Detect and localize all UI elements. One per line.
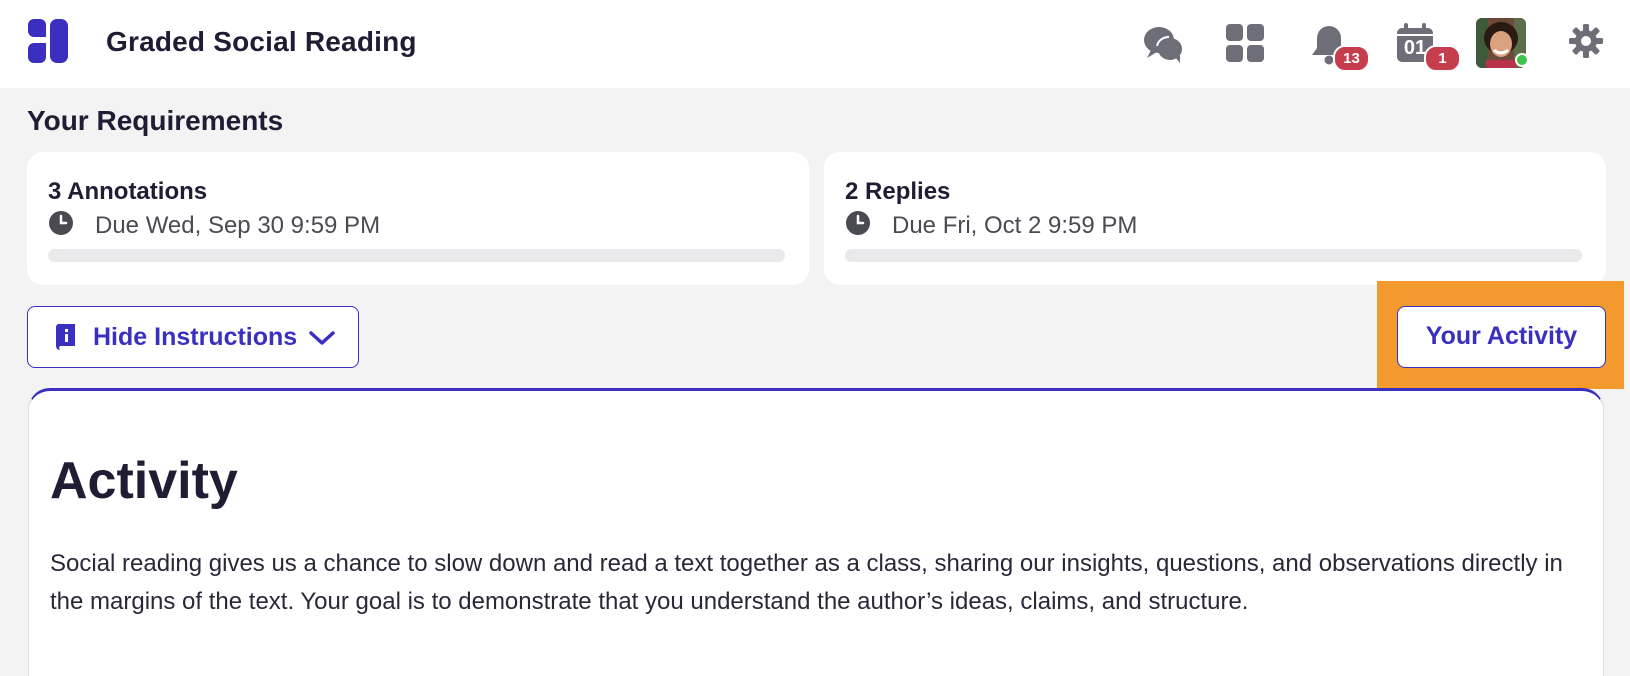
calendar-badge: 1 — [1424, 45, 1461, 72]
requirement-progress-bar — [48, 249, 785, 262]
your-activity-button[interactable]: Your Activity — [1397, 306, 1606, 368]
requirement-progress-bar — [845, 249, 1582, 262]
notification-badge: 13 — [1333, 45, 1370, 72]
clock-icon — [846, 211, 870, 235]
gear-icon[interactable] — [1568, 23, 1604, 59]
chat-bubbles-icon[interactable] — [1143, 24, 1183, 64]
requirement-due-date: Due Wed, Sep 30 9:59 PM — [95, 212, 381, 239]
online-status-dot — [1515, 53, 1529, 67]
requirement-card-replies: 2 Replies Due Fri, Oct 2 9:59 PM — [824, 152, 1606, 285]
chevron-down-icon — [309, 331, 335, 345]
apps-grid-icon[interactable] — [1226, 24, 1264, 62]
hide-instructions-label: Hide Instructions — [93, 323, 298, 351]
requirement-title: 2 Replies — [845, 178, 951, 205]
requirements-heading: Your Requirements — [27, 105, 284, 136]
requirement-title: 3 Annotations — [48, 178, 208, 205]
requirement-card-annotations: 3 Annotations Due Wed, Sep 30 9:59 PM — [27, 152, 809, 285]
instructions-panel: Activity Social reading gives us a chanc… — [28, 388, 1604, 676]
requirement-due-date: Due Fri, Oct 2 9:59 PM — [892, 212, 1138, 239]
top-bar: Graded Social Reading 13 01 1 — [0, 0, 1630, 88]
book-info-icon — [55, 324, 75, 350]
app-title: Graded Social Reading — [106, 26, 417, 57]
clock-icon — [49, 211, 73, 235]
logo-icon[interactable] — [26, 19, 70, 63]
hide-instructions-button[interactable]: Hide Instructions — [27, 306, 359, 368]
activity-title: Activity — [50, 452, 238, 510]
activity-description: Social reading gives us a chance to slow… — [50, 550, 1563, 615]
